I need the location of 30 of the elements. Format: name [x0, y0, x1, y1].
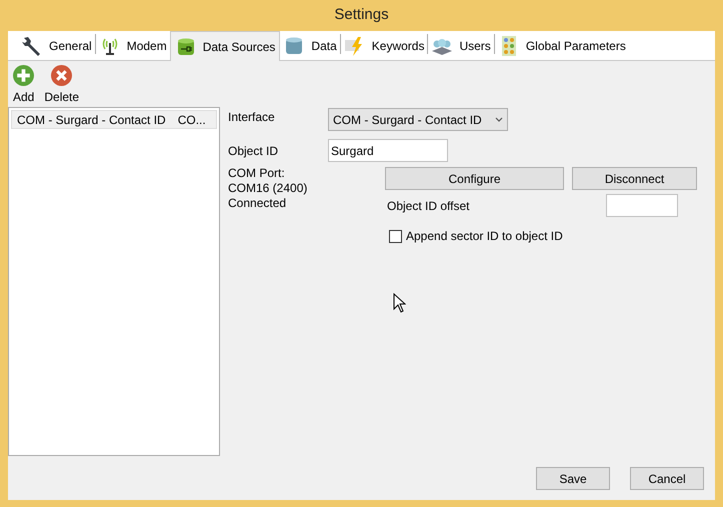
toolbar-button[interactable]: Delete — [44, 65, 80, 107]
status-text: COM16 (2400) — [228, 181, 308, 196]
toolbar-button[interactable]: Add — [13, 65, 34, 107]
disconnect-button[interactable]: Disconnect — [572, 167, 697, 190]
append-checkbox[interactable]: Append sector ID to object ID — [389, 227, 563, 245]
object-id-field[interactable]: Surgard — [328, 139, 448, 162]
add-icon — [13, 65, 34, 86]
tab[interactable]: Global Parameters — [494, 32, 629, 60]
status-text: Connected — [228, 196, 288, 211]
dialog-button[interactable]: Cancel — [630, 467, 704, 490]
cursor-icon — [393, 293, 406, 313]
caret-icon — [495, 116, 503, 122]
tab[interactable]: Data — [280, 32, 340, 60]
status-text: COM Port: — [228, 166, 286, 181]
delete-icon — [51, 65, 72, 86]
dialog-button[interactable]: Save — [536, 467, 610, 490]
interface-label: Interface — [228, 109, 276, 126]
tab[interactable]: Users — [428, 32, 494, 60]
offset-label: Object ID offset — [386, 198, 470, 215]
list-row[interactable]: COM - Surgard - Contact ID CO... — [11, 110, 217, 129]
window-title: Settings — [333, 5, 390, 26]
interface-dropdown[interactable]: COM - Surgard - Contact ID — [328, 108, 508, 131]
tab[interactable]: Data Sources — [170, 31, 280, 61]
tab[interactable]: Keywords — [340, 32, 428, 60]
offset-field[interactable] — [606, 194, 678, 217]
tab[interactable]: Modem — [96, 32, 170, 60]
wrench-icon — [21, 35, 43, 57]
tab[interactable]: General — [18, 32, 95, 60]
configure-button[interactable]: Configure — [385, 167, 564, 190]
object-id-label: Object ID — [228, 142, 280, 160]
